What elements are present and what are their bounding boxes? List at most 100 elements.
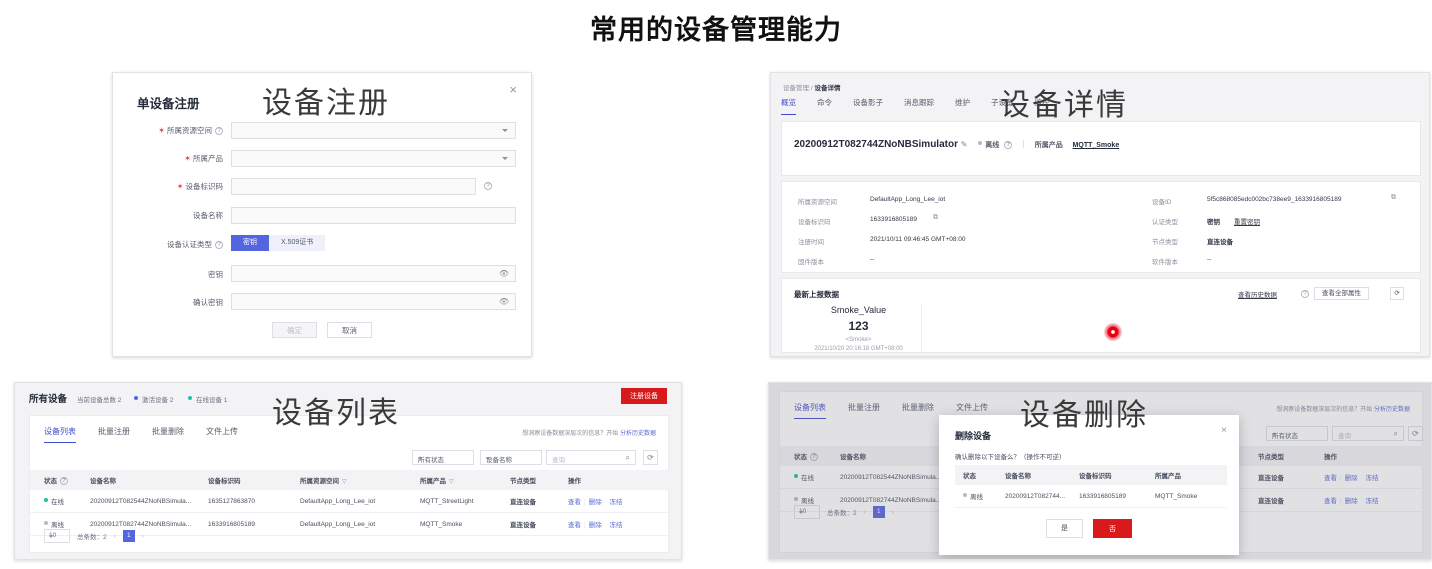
device-name-input[interactable] bbox=[231, 207, 516, 224]
device-info-card: 所属资源空间 DefaultApp_Long_Lee_iot 设备ID 5f5c… bbox=[781, 181, 1421, 273]
eye-off-icon[interactable]: 👁 bbox=[499, 269, 509, 278]
cell-resource-space: DefaultApp_Long_Lee_iot bbox=[296, 490, 416, 513]
action-view[interactable]: 查看 bbox=[568, 522, 581, 529]
cell-node-id: 1633916805189 bbox=[204, 512, 296, 536]
cell-operations: 查看 | 删除 冻结 bbox=[564, 512, 670, 536]
close-icon[interactable]: × bbox=[1221, 425, 1227, 436]
analytics-hint-link[interactable]: 分析历史数据 bbox=[620, 431, 656, 437]
filter-icon[interactable]: ▽ bbox=[342, 479, 347, 485]
tab-shadow[interactable]: 设备影子 bbox=[853, 97, 883, 115]
stat-dot-activated-icon bbox=[134, 396, 138, 400]
cell-device-name: 20200912T082544ZNoNBSimula... bbox=[86, 490, 204, 513]
confirm-device-table: 状态 设备名称 设备标识码 所属产品 离线 20200912T082744...… bbox=[955, 465, 1227, 508]
chevron-down-icon bbox=[502, 129, 508, 132]
search-icon[interactable]: ⌕ bbox=[626, 453, 630, 463]
confirm-secret-input[interactable]: 👁 bbox=[231, 293, 516, 310]
info-key-auth-type: 认证类型 bbox=[1152, 219, 1178, 226]
refresh-icon[interactable]: ⟳ bbox=[643, 450, 658, 465]
refresh-icon[interactable]: ⟳ bbox=[1390, 287, 1404, 300]
reset-secret-link[interactable]: 重置密钥 bbox=[1234, 216, 1260, 226]
product-label: 所属产品 bbox=[1034, 142, 1063, 149]
chevron-down-icon bbox=[486, 457, 490, 460]
ok-button[interactable]: 确定 bbox=[272, 322, 317, 338]
cell-product: MQTT_Smoke bbox=[416, 512, 506, 536]
property-value: 123 bbox=[848, 319, 869, 333]
filter-icon[interactable]: ▽ bbox=[449, 479, 454, 485]
action-freeze[interactable]: 冻结 bbox=[610, 499, 623, 506]
page-number-1[interactable]: 1 bbox=[122, 530, 135, 542]
action-freeze[interactable]: 冻结 bbox=[610, 522, 623, 529]
register-device-button[interactable]: 注册设备 bbox=[621, 388, 667, 404]
info-value-firmware: -- bbox=[870, 256, 875, 263]
tab-batch-register[interactable]: 批量注册 bbox=[98, 426, 130, 443]
tab-message-trace[interactable]: 消息跟踪 bbox=[904, 97, 934, 115]
cell-node-type: 直连设备 bbox=[506, 490, 564, 513]
help-icon[interactable]: ? bbox=[1004, 141, 1013, 149]
cancel-button[interactable]: 取消 bbox=[327, 322, 372, 338]
delete-confirm-dialog: 删除设备 × 确认删除以下设备么？（操作不可逆） 状态 设备名称 设备标识码 所… bbox=[939, 415, 1239, 555]
product-select[interactable] bbox=[231, 150, 516, 167]
tab-maintenance[interactable]: 维护 bbox=[955, 97, 970, 115]
auth-type-x509-option[interactable]: X.509证书 bbox=[269, 235, 326, 251]
col-status: 状态? bbox=[30, 470, 86, 490]
tab-overview[interactable]: 概览 bbox=[781, 97, 796, 115]
help-icon[interactable]: ? bbox=[60, 477, 68, 485]
col-resource-space: 所属资源空间 ▽ bbox=[296, 470, 416, 490]
field-filter-select[interactable]: 设备名称 bbox=[480, 450, 542, 465]
auth-type-secret-option[interactable]: 密钥 bbox=[231, 235, 269, 251]
action-view[interactable]: 查看 bbox=[568, 499, 581, 506]
action-delete[interactable]: 删除 bbox=[589, 522, 602, 529]
breadcrumb-parent[interactable]: 设备管理 bbox=[783, 85, 809, 92]
help-icon[interactable]: ? bbox=[215, 241, 223, 249]
eye-off-icon[interactable]: 👁 bbox=[499, 297, 509, 306]
help-icon[interactable]: ? bbox=[1301, 290, 1309, 298]
history-data-link[interactable]: 查看历史数据 bbox=[1238, 289, 1277, 299]
page-title: 常用的设备管理能力 bbox=[590, 15, 842, 45]
help-icon[interactable]: ? bbox=[215, 127, 223, 135]
help-icon[interactable]: ? bbox=[484, 182, 492, 190]
page-size-select[interactable]: 10 bbox=[44, 529, 70, 543]
stat-online: 在线设备 1 bbox=[196, 397, 228, 404]
close-icon[interactable]: × bbox=[509, 83, 517, 96]
device-name: 20200912T082744ZNoNBSimulator ✎ 离线 ? 所属产… bbox=[794, 139, 1120, 150]
latest-data-card: 最新上报数据 查看历史数据 ? 查看全部属性 ⟳ Smoke_Value 123… bbox=[781, 278, 1421, 353]
info-value-device-id: 5f5c868085edc002bc738ee9_1633916805189 bbox=[1207, 196, 1342, 203]
prev-page-icon[interactable]: ‹ bbox=[114, 533, 116, 540]
tab-batch-delete[interactable]: 批量删除 bbox=[152, 426, 184, 443]
tab-file-upload[interactable]: 文件上传 bbox=[206, 426, 238, 443]
analytics-hint: 想洞察设备数据深层次的信息？开始 分析历史数据 bbox=[522, 431, 656, 437]
property-name: Smoke_Value bbox=[830, 305, 887, 315]
edit-icon[interactable]: ✎ bbox=[961, 140, 968, 149]
copy-icon[interactable]: ⧉ bbox=[933, 214, 938, 222]
field-label-confirm-secret: 确认密钥 bbox=[193, 298, 223, 307]
required-star: ✶ bbox=[184, 154, 191, 163]
cell-status: 在线 bbox=[30, 490, 86, 513]
node-id-input[interactable] bbox=[231, 178, 476, 195]
table-header-row: 状态 设备名称 设备标识码 所属产品 bbox=[955, 465, 1227, 485]
action-delete[interactable]: 删除 bbox=[589, 499, 602, 506]
pagination: 10 总条数：2 ‹ 1 › bbox=[44, 529, 144, 543]
next-page-icon[interactable]: › bbox=[142, 533, 144, 540]
cell-status: 离线 bbox=[955, 485, 1001, 508]
confirm-yes-button[interactable]: 是 bbox=[1046, 519, 1083, 538]
table-row[interactable]: 在线 20200912T082544ZNoNBSimula... 1635127… bbox=[30, 490, 670, 513]
tab-command[interactable]: 命令 bbox=[817, 97, 832, 115]
secret-input[interactable]: 👁 bbox=[231, 265, 516, 282]
confirm-no-button[interactable]: 否 bbox=[1093, 519, 1132, 538]
field-label-product: ✶ 所属产品 bbox=[184, 154, 223, 163]
copy-icon[interactable]: ⧉ bbox=[1391, 194, 1396, 202]
col-product: 所属产品 ▽ bbox=[416, 470, 506, 490]
property-service: <Smoke> bbox=[845, 337, 872, 343]
resource-space-select[interactable] bbox=[231, 122, 516, 139]
status-filter-select[interactable]: 所有状态 bbox=[412, 450, 474, 465]
stat-total: 当前设备总数 2 bbox=[77, 397, 122, 404]
device-status: 离线 bbox=[978, 141, 1001, 149]
device-table: 状态? 设备名称 设备标识码 所属资源空间 ▽ 所属产品 ▽ 节点类型 操作 在线 … bbox=[30, 470, 670, 536]
overlay-label-list: 设备列表 bbox=[272, 397, 400, 430]
view-all-properties-button[interactable]: 查看全部属性 bbox=[1314, 287, 1369, 300]
search-input[interactable]: 查询 ⌕ bbox=[546, 450, 636, 465]
field-label-resource-space: ✶ 所属资源空间? bbox=[135, 125, 223, 136]
product-value[interactable]: MQTT_Smoke bbox=[1073, 142, 1120, 149]
tab-device-list[interactable]: 设备列表 bbox=[44, 426, 76, 443]
stat-activated: 激活设备 2 bbox=[142, 397, 174, 404]
